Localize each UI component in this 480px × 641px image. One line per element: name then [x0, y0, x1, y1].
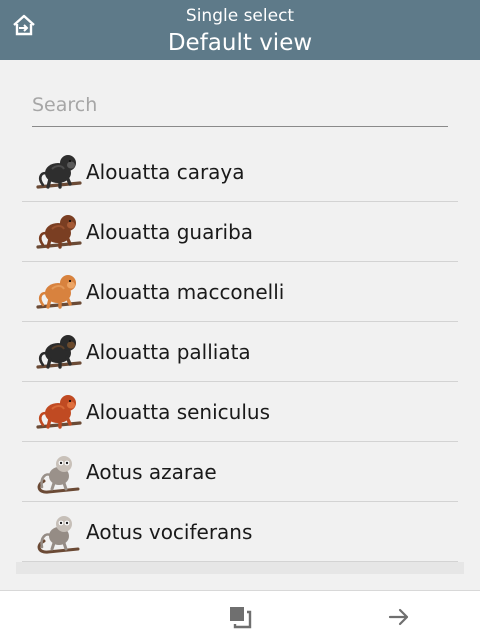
- next-button[interactable]: [385, 603, 413, 631]
- howler-monkey-icon: [36, 394, 82, 429]
- species-name: Alouatta guariba: [86, 219, 254, 244]
- species-name: Aotus vociferans: [86, 519, 253, 544]
- species-name: Alouatta seniculus: [86, 399, 270, 424]
- page-title: Default view: [167, 30, 313, 56]
- header-bar: Single select Default view: [0, 0, 480, 60]
- list-item[interactable]: Alouatta palliata: [22, 322, 458, 382]
- howler-monkey-icon: [36, 334, 82, 369]
- list-item[interactable]: Alouatta guariba: [22, 202, 458, 262]
- species-name: Aotus azarae: [86, 459, 217, 484]
- arrow-right-icon: [388, 608, 409, 626]
- header-subtitle: Single select: [185, 6, 295, 26]
- list-item[interactable]: Alouatta macconelli: [22, 262, 458, 322]
- species-name: Alouatta palliata: [86, 339, 251, 364]
- search-box: [32, 86, 448, 127]
- list-item[interactable]: Alouatta seniculus: [22, 382, 458, 442]
- night-monkey-icon: [37, 455, 80, 494]
- howler-monkey-icon: [36, 274, 82, 309]
- species-name: Alouatta macconelli: [86, 279, 285, 304]
- howler-monkey-icon: [36, 214, 82, 249]
- list-item[interactable]: Aotus vociferans: [22, 502, 458, 562]
- copy-button[interactable]: [226, 603, 254, 631]
- footer-bar: [0, 590, 480, 641]
- search-input[interactable]: [32, 86, 448, 124]
- list-item[interactable]: Alouatta caraya: [22, 142, 458, 202]
- list-item[interactable]: Aotus azarae: [22, 442, 458, 502]
- species-name: Alouatta caraya: [86, 159, 245, 184]
- copy-icon: [230, 607, 252, 629]
- howler-monkey-icon: [36, 154, 82, 189]
- night-monkey-icon: [37, 515, 80, 554]
- list-scroll-edge: [16, 562, 464, 574]
- species-list: Alouatta caraya Alouatta guariba Alouatt…: [22, 142, 458, 562]
